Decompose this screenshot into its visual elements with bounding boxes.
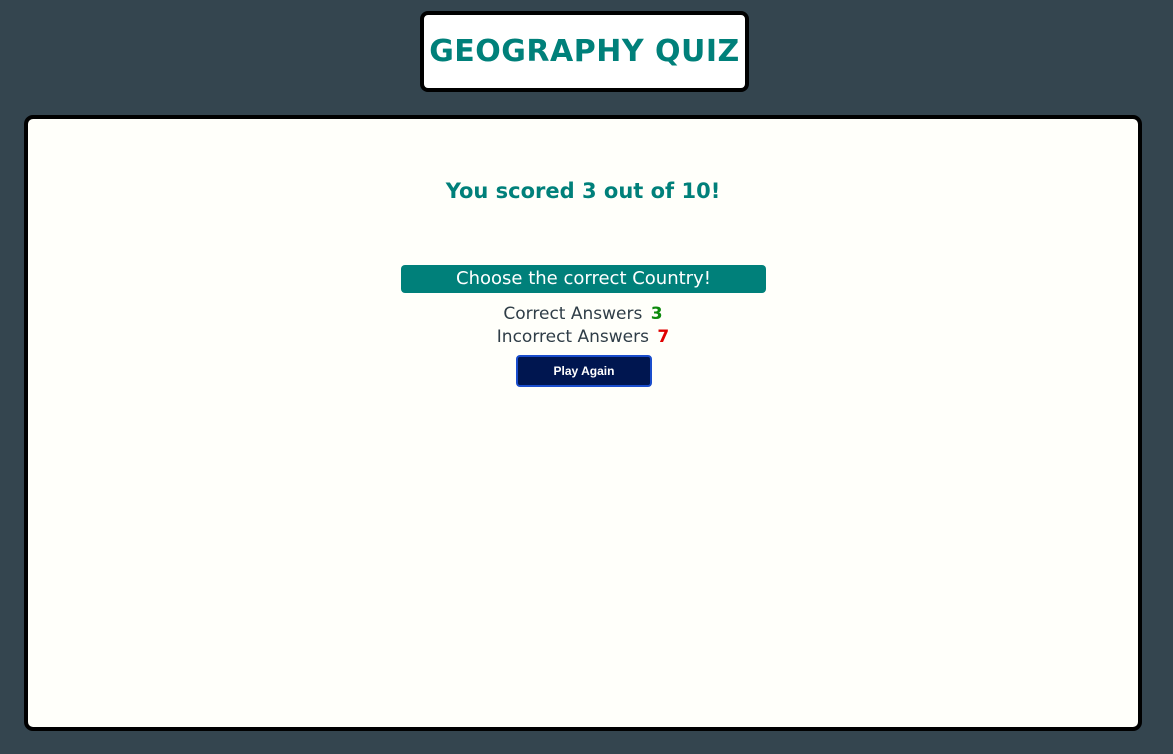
quiz-title: GEOGRAPHY QUIZ xyxy=(429,34,740,69)
correct-answers-count: 3 xyxy=(650,304,663,324)
correct-answers-label: Correct Answers xyxy=(503,304,643,324)
incorrect-answers-line: Incorrect Answers 7 xyxy=(28,327,1138,347)
quiz-prompt-banner: Choose the correct Country! xyxy=(401,265,766,293)
play-again-button[interactable]: Play Again xyxy=(516,355,652,387)
results-panel: You scored 3 out of 10! Choose the corre… xyxy=(24,115,1142,731)
correct-answers-line: Correct Answers 3 xyxy=(28,304,1138,324)
score-heading: You scored 3 out of 10! xyxy=(445,179,721,203)
quiz-title-box: GEOGRAPHY QUIZ xyxy=(420,11,749,92)
incorrect-answers-label: Incorrect Answers xyxy=(496,327,649,347)
incorrect-answers-count: 7 xyxy=(657,327,670,347)
